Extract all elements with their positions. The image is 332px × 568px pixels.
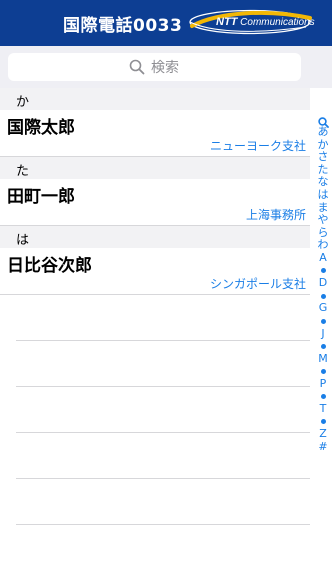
contact-name: 国際太郎 bbox=[7, 118, 75, 138]
index-dot bbox=[320, 293, 326, 299]
index-dot bbox=[320, 419, 326, 425]
index-item[interactable]: や bbox=[313, 214, 332, 227]
contact-name: 日比谷次郎 bbox=[7, 256, 92, 276]
index-item[interactable]: D bbox=[313, 277, 332, 290]
contact-list: か 国際太郎 ニューヨーク支社 た 田町一郎 上海事務所 は 日比谷次郎 シンガ… bbox=[0, 88, 310, 525]
section-header-ha: は bbox=[0, 226, 310, 248]
index-item[interactable]: # bbox=[313, 440, 332, 454]
index-item[interactable]: M bbox=[313, 352, 332, 366]
section-index: あ か さ た な は ま や ら わ A D G J M P T Z # bbox=[313, 113, 332, 453]
empty-row bbox=[16, 387, 310, 433]
empty-row bbox=[16, 295, 310, 341]
contact-name: 田町一郎 bbox=[7, 187, 75, 207]
index-item[interactable]: Z bbox=[313, 428, 332, 441]
index-item[interactable]: T bbox=[313, 402, 332, 416]
section-header-ta: た bbox=[0, 157, 310, 179]
search-icon bbox=[129, 59, 145, 75]
index-item[interactable]: P bbox=[313, 377, 332, 391]
contact-row[interactable]: 田町一郎 上海事務所 bbox=[0, 179, 310, 226]
section-header-label: か bbox=[16, 95, 30, 110]
search-input[interactable]: 検索 bbox=[8, 53, 301, 81]
index-dot bbox=[320, 268, 326, 274]
empty-row bbox=[16, 479, 310, 525]
section-header-label: た bbox=[16, 164, 30, 179]
search-placeholder: 検索 bbox=[151, 60, 179, 76]
index-item[interactable]: さ bbox=[313, 151, 332, 164]
logo-text: NTT Communications bbox=[216, 16, 315, 28]
contact-office: シンガポール支社 bbox=[209, 277, 306, 291]
empty-row bbox=[16, 341, 310, 387]
index-search-icon[interactable] bbox=[317, 113, 329, 128]
app-header: 国際電話0033 NTT Communications bbox=[0, 0, 332, 46]
contact-row[interactable]: 日比谷次郎 シンガポール支社 bbox=[0, 248, 310, 295]
index-item[interactable]: は bbox=[313, 188, 332, 202]
contact-office: ニューヨーク支社 bbox=[209, 139, 306, 153]
search-bar: 検索 bbox=[0, 46, 332, 88]
contact-row[interactable]: 国際太郎 ニューヨーク支社 bbox=[0, 110, 310, 157]
index-item[interactable]: あ bbox=[313, 125, 332, 139]
logo-brand: NTT bbox=[216, 16, 238, 28]
logo-suffix: Communications bbox=[240, 17, 315, 28]
contact-office: 上海事務所 bbox=[245, 208, 306, 222]
empty-row bbox=[16, 433, 310, 479]
app-title: 国際電話0033 bbox=[63, 16, 183, 36]
ntt-communications-logo: NTT Communications bbox=[188, 9, 315, 35]
index-dot bbox=[320, 343, 326, 349]
index-item[interactable]: A bbox=[313, 251, 332, 265]
index-dot bbox=[320, 394, 326, 400]
index-item[interactable]: J bbox=[313, 327, 332, 341]
section-header-ka: か bbox=[0, 88, 310, 110]
index-dot bbox=[320, 369, 326, 375]
section-header-label: は bbox=[16, 233, 30, 248]
index-item[interactable]: G bbox=[313, 302, 332, 315]
index-dot bbox=[320, 318, 326, 324]
